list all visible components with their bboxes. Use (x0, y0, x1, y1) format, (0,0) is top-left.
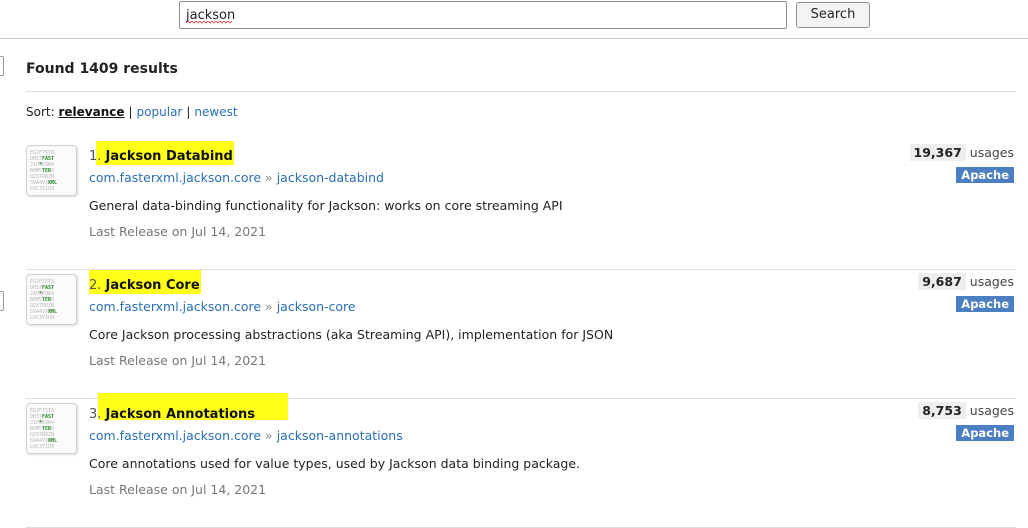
artifact-id-link[interactable]: jackson-core (277, 299, 356, 314)
group-id-link[interactable]: com.fasterxml.jackson.core (89, 170, 261, 185)
fasterxml-jackson-logo-icon[interactable]: EGJF75T8 DH37FAST J1P8K9W4 B0M5TER6 Q2X7… (26, 274, 77, 325)
artifact-id-link[interactable]: jackson-databind (277, 170, 384, 185)
sort-bar: Sort: relevance | popular | newest (26, 105, 238, 119)
usages-label: usages (969, 403, 1014, 418)
result-title[interactable]: 2. Jackson Core (89, 278, 200, 293)
group-id-link[interactable]: com.fasterxml.jackson.core (89, 428, 261, 443)
result-coordinates: com.fasterxml.jackson.core » jackson-datab… (89, 170, 384, 185)
sort-separator: | (186, 105, 191, 119)
search-button[interactable]: Search (796, 2, 870, 28)
result-release-date: Last Release on Jul 14, 2021 (89, 482, 267, 497)
sort-option-relevance[interactable]: relevance (58, 105, 124, 119)
svg-text:L6C3Y1U0: L6C3Y1U0 (30, 444, 54, 450)
result-number: 3. (89, 407, 102, 422)
svg-text:XML: XML (48, 180, 57, 186)
license-badge[interactable]: Apache (956, 167, 1014, 183)
sort-option-newest[interactable]: newest (194, 105, 237, 119)
result-description: Core annotations used for value types, u… (89, 456, 581, 471)
svg-text:XML: XML (48, 309, 57, 315)
usages-label: usages (969, 274, 1014, 289)
sidebar-collapsed-control[interactable] (0, 291, 4, 311)
result-name-link[interactable]: Jackson Core (106, 278, 200, 293)
sort-option-popular[interactable]: popular (137, 105, 183, 119)
result-number: 2. (89, 278, 102, 293)
sort-separator: | (128, 105, 133, 119)
coordinate-separator: » (265, 428, 273, 443)
spellcheck-underline-icon (186, 21, 232, 24)
svg-text:XML: XML (48, 438, 57, 444)
result-name-link[interactable]: Jackson Annotations (106, 407, 256, 422)
result-name-link[interactable]: Jackson Databind (106, 149, 233, 164)
svg-text:TER: TER (42, 168, 52, 174)
result-item: EGJF75T8 DH37FAST J1P8K9W4 B0M5TER6 Q2X7… (26, 141, 1016, 270)
divider (26, 91, 1016, 92)
svg-text:FAST: FAST (42, 414, 54, 420)
coordinate-separator: » (265, 170, 273, 185)
top-search-bar: Search (0, 0, 1028, 39)
result-title[interactable]: 1. Jackson Databind (89, 149, 233, 164)
search-input[interactable] (179, 1, 787, 29)
result-coordinates: com.fasterxml.jackson.core » jackson-core (89, 299, 356, 314)
result-description: Core Jackson processing abstractions (ak… (89, 327, 614, 342)
usages-counter: 19,367 usages (909, 144, 1014, 161)
coordinate-separator: » (265, 299, 273, 314)
svg-text:TER: TER (42, 426, 52, 432)
fasterxml-jackson-logo-icon[interactable]: EGJF75T8 DH37FAST J1P8K9W4 B0M5TER6 Q2X7… (26, 145, 77, 196)
result-description: General data-binding functionality for J… (89, 198, 563, 213)
results-count-heading: Found 1409 results (26, 61, 178, 77)
fasterxml-jackson-logo-icon[interactable]: EGJF75T8 DH37FAST J1P8K9W4 B0M5TER6 Q2X7… (26, 403, 77, 454)
sidebar-collapsed-control[interactable] (0, 56, 4, 76)
usages-count: 8,753 (918, 402, 966, 419)
result-coordinates: com.fasterxml.jackson.core » jackson-annot… (89, 428, 403, 443)
result-item: EGJF75T8 DH37FAST J1P8K9W4 B0M5TER6 Q2X7… (26, 393, 1016, 528)
svg-text:L6C3Y1U0: L6C3Y1U0 (30, 186, 54, 192)
svg-text:L6C3Y1U0: L6C3Y1U0 (30, 315, 54, 321)
result-number: 1. (89, 149, 102, 164)
sort-label: Sort: (26, 105, 55, 119)
usages-count: 19,367 (909, 144, 966, 161)
license-badge[interactable]: Apache (956, 425, 1014, 441)
result-title[interactable]: 3. Jackson Annotations (89, 407, 255, 422)
svg-text:FAST: FAST (42, 156, 54, 162)
svg-text:TER: TER (42, 297, 52, 303)
svg-text:FAST: FAST (42, 285, 54, 291)
result-item: EGJF75T8 DH37FAST J1P8K9W4 B0M5TER6 Q2X7… (26, 270, 1016, 399)
group-id-link[interactable]: com.fasterxml.jackson.core (89, 299, 261, 314)
result-release-date: Last Release on Jul 14, 2021 (89, 353, 267, 368)
usages-count: 9,687 (918, 273, 966, 290)
usages-counter: 9,687 usages (918, 273, 1014, 290)
result-release-date: Last Release on Jul 14, 2021 (89, 224, 267, 239)
license-badge[interactable]: Apache (956, 296, 1014, 312)
usages-label: usages (969, 145, 1014, 160)
artifact-id-link[interactable]: jackson-annotations (277, 428, 403, 443)
usages-counter: 8,753 usages (918, 402, 1014, 419)
